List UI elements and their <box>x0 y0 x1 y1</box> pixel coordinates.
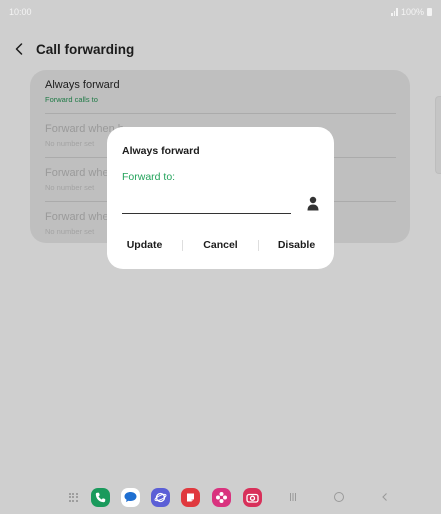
option-subtitle: No number set <box>45 227 95 236</box>
notes-icon[interactable] <box>180 487 200 507</box>
forward-number-input[interactable] <box>122 195 291 214</box>
option-subtitle: Forward calls to <box>45 95 98 104</box>
home-icon[interactable] <box>332 490 346 504</box>
disable-button[interactable]: Disable <box>259 239 334 251</box>
status-time: 10:00 <box>9 7 32 17</box>
messages-icon[interactable] <box>120 487 140 507</box>
dialog-actions: Update Cancel Disable <box>107 235 334 255</box>
camera-icon[interactable] <box>242 487 262 507</box>
dialog-title: Always forward <box>122 145 200 157</box>
battery-icon <box>427 8 432 16</box>
nav-back-icon[interactable] <box>378 490 392 504</box>
always-forward-dialog: Always forward Forward to: Update Cancel… <box>107 127 334 269</box>
cancel-button[interactable]: Cancel <box>183 239 258 251</box>
option-subtitle: No number set <box>45 139 95 148</box>
app-header: Call forwarding <box>12 36 134 62</box>
forward-to-label: Forward to: <box>122 171 176 183</box>
option-title: Always forward <box>45 79 120 91</box>
back-arrow-icon[interactable] <box>12 42 26 56</box>
status-bar: 10:00 100% <box>0 0 441 24</box>
flower-icon[interactable] <box>211 487 231 507</box>
update-button[interactable]: Update <box>107 239 182 251</box>
option-title: Forward whe <box>45 167 109 179</box>
recents-icon[interactable] <box>286 490 300 504</box>
always-forward-option[interactable]: Always forward Forward calls to <box>45 70 396 114</box>
status-indicators: 100% <box>391 7 432 17</box>
page-title: Call forwarding <box>36 41 135 57</box>
battery-level: 100% <box>400 7 424 17</box>
signal-icon <box>391 8 398 16</box>
taskbar <box>0 486 441 512</box>
edge-panel-handle[interactable] <box>435 96 441 174</box>
option-subtitle: No number set <box>45 183 95 192</box>
apps-grid-icon[interactable] <box>63 487 83 507</box>
contact-person-icon[interactable] <box>307 196 319 211</box>
internet-icon[interactable] <box>150 487 170 507</box>
phone-icon[interactable] <box>90 487 110 507</box>
option-title: Forward whe <box>45 211 109 223</box>
